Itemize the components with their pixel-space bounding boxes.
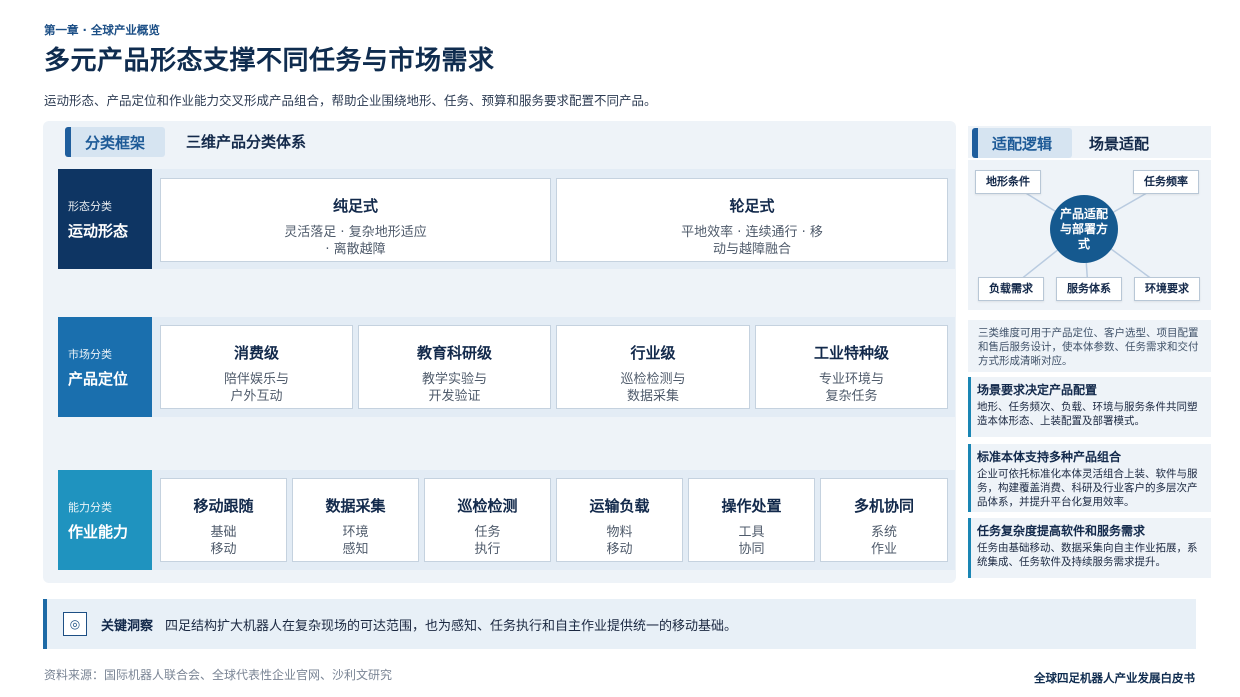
node-terrain: 地形条件 [975, 170, 1041, 194]
insight-card-1: 场景要求决定产品配置 地形、任务频次、负载、环境与服务条件共同塑造本体形态、上装… [968, 377, 1211, 437]
card-special: 工业特种级 专业环境与 复杂任务 [755, 325, 948, 409]
card-education: 教育科研级 教学实验与 开发验证 [358, 325, 551, 409]
card-title: 纯足式 [332, 197, 378, 215]
card-title: 行业级 [630, 344, 676, 362]
node-frequency: 任务频率 [1133, 170, 1199, 194]
card-desc: 企业可依托标准化本体灵活组合上装、软件与服务，构建覆盖消费、科研及行业客户的多层… [977, 468, 1198, 508]
row-label-motion: 形态分类 运动形态 [58, 169, 152, 269]
card-desc: 任务由基础移动、数据采集向自主作业拓展，系统集成、任务软件及持续服务需求提升。 [977, 542, 1198, 568]
insight-text: 四足结构扩大机器人在复杂现场的可达范围，也为感知、任务执行和自主作业提供统一的移… [165, 618, 738, 634]
page-subtitle: 运动形态、产品定位和作业能力交叉形成产品组合，帮助企业围绕地形、任务、预算和服务… [44, 93, 657, 108]
card-title: 运输负载 [589, 497, 650, 515]
row-label-capability: 能力分类 作业能力 [58, 470, 152, 570]
card-title: 工业特种级 [813, 344, 889, 362]
row-name: 作业能力 [68, 522, 129, 541]
framework-title: 三维产品分类体系 [186, 133, 307, 151]
card-desc: 基础 移动 [210, 525, 237, 557]
row-name: 运动形态 [68, 221, 129, 240]
card-inspection: 巡检检测 任务 执行 [424, 478, 551, 562]
card-transport: 运输负载 物料 移动 [556, 478, 683, 562]
card-title: 巡检检测 [457, 497, 518, 515]
card-title: 移动跟随 [193, 497, 254, 515]
card-follow: 移动跟随 基础 移动 [160, 478, 287, 562]
row-category: 形态分类 [68, 199, 112, 213]
diagram-center: 产品适配与部署方式 [1050, 195, 1118, 263]
node-payload: 负载需求 [978, 277, 1044, 301]
card-industry: 行业级 巡检检测与 数据采集 [556, 325, 750, 409]
card-title: 任务复杂度提高软件和服务需求 [977, 524, 1146, 538]
row-category: 市场分类 [68, 347, 112, 361]
key-insight-bar: ◎ 关键洞察 四足结构扩大机器人在复杂现场的可达范围，也为感知、任务执行和自主作… [43, 599, 1196, 649]
page-title: 多元产品形态支撑不同任务与市场需求 [44, 46, 495, 76]
card-legged: 纯足式 灵活落足 · 复杂地形适应 · 离散越障 [160, 178, 551, 262]
adaptation-title: 场景适配 [1089, 135, 1150, 153]
card-consumer: 消费级 陪伴娱乐与 户外互动 [160, 325, 353, 409]
row-name: 产品定位 [68, 369, 129, 388]
adaptation-tab: 适配逻辑 [972, 128, 1072, 158]
card-desc: 灵活落足 · 复杂地形适应 · 离散越障 [284, 225, 427, 257]
framework-tab: 分类框架 [65, 127, 165, 157]
insight-label: 关键洞察 [101, 618, 154, 634]
card-desc: 环境 感知 [342, 525, 369, 557]
card-desc: 巡检检测与 数据采集 [620, 372, 686, 404]
card-desc: 平地效率 · 连续通行 · 移动与越障融合 [681, 225, 823, 257]
card-title: 多机协同 [853, 497, 914, 515]
card-title: 轮足式 [729, 197, 775, 215]
card-desc: 任务 执行 [474, 525, 501, 557]
source-note: 资料来源：国际机器人联合会、全球代表性企业官网、沙利文研究 [44, 668, 393, 682]
card-desc: 工具 协同 [738, 525, 765, 557]
card-title: 操作处置 [721, 497, 782, 515]
card-desc: 物料 移动 [606, 525, 633, 557]
target-icon: ◎ [63, 612, 87, 636]
row-category: 能力分类 [68, 500, 112, 514]
card-desc: 陪伴娱乐与 户外互动 [223, 372, 289, 404]
card-desc: 地形、任务频次、负载、环境与服务条件共同塑造本体形态、上装配置及部署模式。 [977, 401, 1198, 427]
card-title: 教育科研级 [416, 344, 492, 362]
row-label-positioning: 市场分类 产品定位 [58, 317, 152, 417]
card-title: 场景要求决定产品配置 [977, 383, 1098, 397]
card-desc: 系统 作业 [870, 525, 897, 557]
insight-card-3: 任务复杂度提高软件和服务需求 任务由基础移动、数据采集向自主作业拓展，系统集成、… [968, 518, 1211, 578]
card-title: 消费级 [233, 344, 279, 362]
adaptation-note: 三类维度可用于产品定位、客户选型、项目配置和售后服务设计，使本体参数、任务需求和… [968, 320, 1211, 372]
node-service: 服务体系 [1056, 277, 1122, 301]
insight-card-2: 标准本体支持多种产品组合 企业可依托标准化本体灵活组合上装、软件与服务，构建覆盖… [968, 444, 1211, 512]
node-environment: 环境要求 [1134, 277, 1200, 301]
card-title: 数据采集 [325, 497, 386, 515]
card-data: 数据采集 环境 感知 [292, 478, 419, 562]
card-operation: 操作处置 工具 协同 [688, 478, 815, 562]
card-wheel-legged: 轮足式 平地效率 · 连续通行 · 移动与越障融合 [556, 178, 948, 262]
card-multi-robot: 多机协同 系统 作业 [820, 478, 948, 562]
card-title: 标准本体支持多种产品组合 [977, 450, 1122, 464]
chapter-label: 第一章 · 全球产业概览 [44, 23, 160, 37]
report-brand: 全球四足机器人产业发展白皮书 [1034, 671, 1195, 685]
card-desc: 专业环境与 复杂任务 [818, 372, 884, 404]
card-desc: 教学实验与 开发验证 [421, 372, 487, 404]
